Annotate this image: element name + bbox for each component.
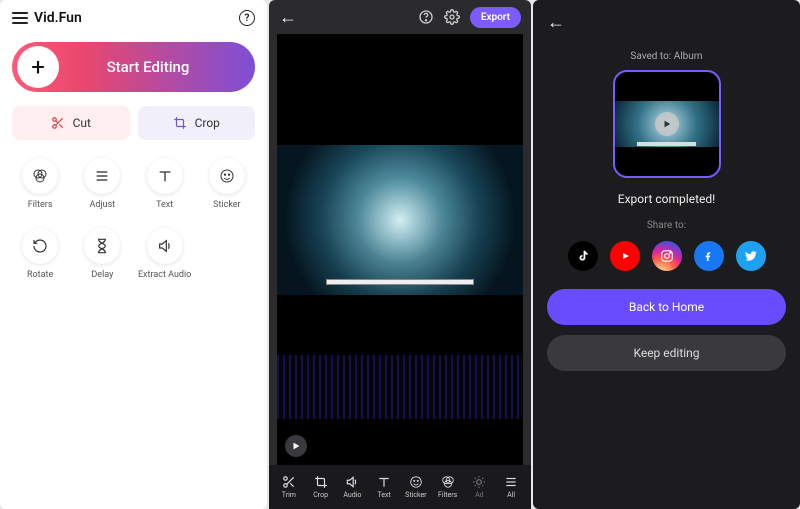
start-editing-button[interactable]: + Start Editing (12, 42, 255, 92)
text-tool[interactable]: Text (137, 158, 193, 210)
back-to-home-button[interactable]: Back to Home (547, 289, 786, 325)
settings-icon[interactable] (444, 9, 460, 25)
export-header: ← (547, 8, 786, 37)
export-complete-label: Export completed! (618, 192, 715, 206)
delay-label: Delay (91, 270, 113, 280)
plus-icon: + (17, 46, 59, 88)
facebook-icon[interactable] (694, 241, 724, 271)
extract-audio-icon (147, 228, 183, 264)
rotate-icon (22, 228, 58, 264)
timeline-strip (277, 355, 523, 419)
text-tool-editor[interactable]: Text (368, 475, 400, 499)
thumb-progress-bar (637, 142, 695, 146)
adjust-icon (84, 158, 120, 194)
audio-label: Audio (343, 491, 361, 499)
scissors-icon (51, 116, 65, 130)
keep-editing-button[interactable]: Keep editing (547, 335, 786, 371)
text-icon (147, 158, 183, 194)
filters-tool-editor[interactable]: Filters (432, 475, 464, 499)
share-row (568, 241, 766, 271)
share-to-label: Share to: (647, 220, 686, 231)
crop-label: Crop (195, 116, 220, 130)
audio-tool[interactable]: Audio (337, 475, 369, 499)
sticker-tool-editor[interactable]: Sticker (400, 475, 432, 499)
crop-tool[interactable]: Crop (305, 475, 337, 499)
help-icon[interactable] (418, 9, 434, 25)
text-label-editor: Text (377, 491, 390, 499)
cut-label: Cut (73, 116, 91, 130)
export-thumbnail[interactable] (613, 70, 721, 178)
play-button[interactable] (285, 435, 307, 457)
menu-icon[interactable] (12, 12, 28, 24)
filters-icon (22, 158, 58, 194)
video-preview[interactable] (277, 34, 523, 465)
play-icon (655, 112, 679, 136)
adjust-label: Adjust (90, 200, 116, 210)
export-panel: ← Saved to: Album Export completed! Shar… (533, 0, 800, 509)
adjust-label-editor: Ad (475, 491, 484, 499)
delay-tool[interactable]: Delay (74, 228, 130, 280)
filters-label: Filters (28, 200, 53, 210)
adjust-tool-editor[interactable]: Ad (464, 475, 496, 499)
text-label: Text (156, 200, 173, 210)
twitter-icon[interactable] (736, 241, 766, 271)
all-tool[interactable]: All (495, 475, 527, 499)
sticker-label-editor: Sticker (405, 491, 426, 499)
sticker-icon (209, 158, 245, 194)
cut-button[interactable]: Cut (12, 106, 130, 140)
home-panel: Vid.Fun ? + Start Editing Cut Crop Filte… (0, 0, 267, 509)
sticker-tool[interactable]: Sticker (199, 158, 255, 210)
filters-label-editor: Filters (438, 491, 457, 499)
start-editing-label: Start Editing (69, 58, 227, 76)
extract-audio-tool[interactable]: Extract Audio (137, 228, 193, 280)
video-frame (277, 145, 523, 295)
all-label: All (507, 491, 515, 499)
adjust-tool[interactable]: Adjust (74, 158, 130, 210)
app-title: Vid.Fun (34, 10, 82, 26)
extract-audio-label: Extract Audio (138, 270, 191, 280)
crop-button[interactable]: Crop (138, 106, 256, 140)
home-header: Vid.Fun ? (12, 8, 255, 32)
back-icon[interactable]: ← (279, 7, 297, 28)
export-button[interactable]: Export (470, 7, 521, 28)
help-icon[interactable]: ? (239, 10, 255, 26)
rotate-tool[interactable]: Rotate (12, 228, 68, 280)
back-icon[interactable]: ← (547, 12, 565, 33)
trim-tool[interactable]: Trim (273, 475, 305, 499)
video-progress-bar (326, 279, 474, 285)
delay-icon (84, 228, 120, 264)
editor-toolbar: Trim Crop Audio Text Sticker Filters Ad (269, 465, 531, 509)
tool-grid: Filters Adjust Text Sticker Rotate Delay… (12, 158, 255, 280)
saved-to-label: Saved to: Album (630, 51, 702, 62)
instagram-icon[interactable] (652, 241, 682, 271)
editor-header: ← Export (269, 0, 531, 34)
youtube-icon[interactable] (610, 241, 640, 271)
editor-panel: ← Export Trim Crop Au (269, 0, 531, 509)
rotate-label: Rotate (27, 270, 53, 280)
trim-label: Trim (282, 491, 296, 499)
crop-label-editor: Crop (313, 491, 328, 499)
editor-header-right: Export (418, 7, 521, 28)
cut-crop-row: Cut Crop (12, 106, 255, 140)
home-header-left: Vid.Fun (12, 10, 82, 26)
crop-icon (173, 116, 187, 130)
sticker-label: Sticker (213, 200, 240, 210)
filters-tool[interactable]: Filters (12, 158, 68, 210)
tiktok-icon[interactable] (568, 241, 598, 271)
